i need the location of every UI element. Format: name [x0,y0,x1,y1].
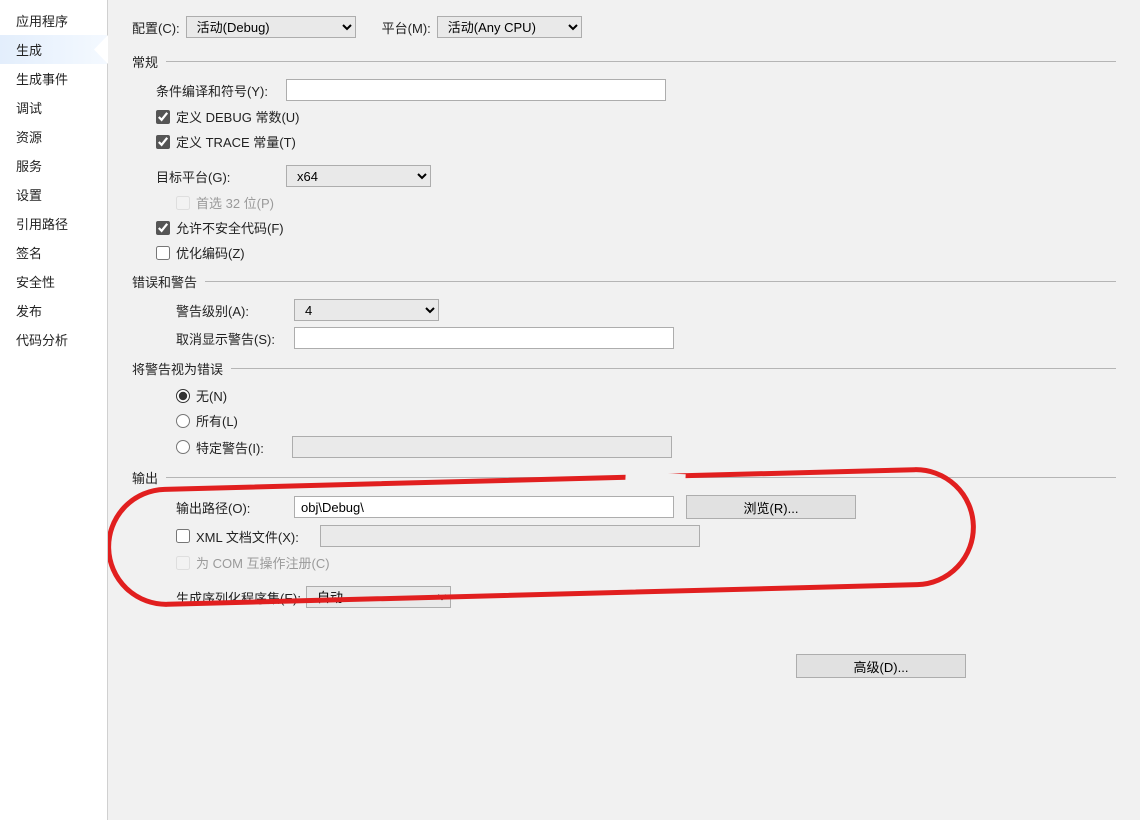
sidebar-item-debug[interactable]: 调试 [0,93,107,122]
treat-specific-radio[interactable] [176,440,190,454]
conditional-symbols-input[interactable] [286,79,666,101]
treat-none-label: 无(N) [196,386,227,405]
serialization-select[interactable]: 自动 [306,586,451,608]
define-debug-checkbox[interactable] [156,110,170,124]
sidebar-item-services[interactable]: 服务 [0,151,107,180]
platform-target-label: 目标平台(G): [156,167,286,186]
platform-select[interactable]: 活动(Any CPU) [437,16,582,38]
sidebar-item-label: 应用程序 [16,14,68,29]
com-register-checkbox [176,556,190,570]
sidebar-item-settings[interactable]: 设置 [0,180,107,209]
sidebar-item-application[interactable]: 应用程序 [0,6,107,35]
sidebar-item-label: 调试 [16,101,42,116]
sidebar-item-label: 引用路径 [16,217,68,232]
define-debug-label: 定义 DEBUG 常数(U) [176,107,300,126]
warning-level-select[interactable]: 4 [294,299,439,321]
content-pane: 配置(C): 活动(Debug) 平台(M): 活动(Any CPU) 常规 条… [108,0,1140,820]
sidebar-item-resources[interactable]: 资源 [0,122,107,151]
sidebar-item-reference-paths[interactable]: 引用路径 [0,209,107,238]
sidebar-item-build-events[interactable]: 生成事件 [0,64,107,93]
sidebar-item-label: 签名 [16,246,42,261]
output-path-input[interactable] [294,496,674,518]
optimize-checkbox[interactable] [156,246,170,260]
section-treat-as-error: 将警告视为错误 [132,359,1116,378]
treat-specific-input [292,436,672,458]
sidebar-item-signing[interactable]: 签名 [0,238,107,267]
allow-unsafe-label: 允许不安全代码(F) [176,218,284,237]
treat-all-radio[interactable] [176,414,190,428]
section-title: 将警告视为错误 [132,359,223,378]
configuration-select[interactable]: 活动(Debug) [186,16,356,38]
treat-all-label: 所有(L) [196,411,238,430]
advanced-button[interactable]: 高级(D)... [796,654,966,678]
browse-button[interactable]: 浏览(R)... [686,495,856,519]
xml-doc-checkbox[interactable] [176,529,190,543]
section-title: 输出 [132,468,158,487]
prefer-32bit-checkbox [176,196,190,210]
sidebar-item-code-analysis[interactable]: 代码分析 [0,325,107,354]
sidebar-item-label: 生成 [16,43,42,58]
sidebar-item-label: 服务 [16,159,42,174]
optimize-label: 优化编码(Z) [176,243,245,262]
sidebar-item-label: 资源 [16,130,42,145]
warning-level-label: 警告级别(A): [176,301,294,320]
sidebar-item-build[interactable]: 生成 [0,35,107,64]
define-trace-checkbox[interactable] [156,135,170,149]
section-general: 常规 [132,52,1116,71]
section-title: 错误和警告 [132,272,197,291]
output-path-label: 输出路径(O): [176,498,294,517]
suppress-warnings-label: 取消显示警告(S): [176,329,294,348]
suppress-warnings-input[interactable] [294,327,674,349]
xml-doc-input [320,525,700,547]
conditional-symbols-label: 条件编译和符号(Y): [156,81,286,100]
platform-target-select[interactable]: x64 [286,165,431,187]
sidebar-item-label: 发布 [16,304,42,319]
prefer-32bit-label: 首选 32 位(P) [196,193,274,212]
sidebar: 应用程序 生成 生成事件 调试 资源 服务 设置 引用路径 签名 安全性 发布 … [0,0,108,820]
com-register-label: 为 COM 互操作注册(C) [196,553,330,572]
sidebar-item-publish[interactable]: 发布 [0,296,107,325]
treat-specific-label: 特定警告(I): [196,438,286,457]
sidebar-item-label: 生成事件 [16,72,68,87]
define-trace-label: 定义 TRACE 常量(T) [176,132,296,151]
section-output: 输出 [132,468,1116,487]
allow-unsafe-checkbox[interactable] [156,221,170,235]
platform-label: 平台(M): [382,18,431,37]
sidebar-item-label: 设置 [16,188,42,203]
serialization-label: 生成序列化程序集(E): [176,588,306,607]
section-errors: 错误和警告 [132,272,1116,291]
sidebar-item-security[interactable]: 安全性 [0,267,107,296]
xml-doc-label: XML 文档文件(X): [196,527,314,546]
sidebar-item-label: 代码分析 [16,333,68,348]
treat-none-radio[interactable] [176,389,190,403]
sidebar-item-label: 安全性 [16,275,55,290]
configuration-label: 配置(C): [132,18,180,37]
section-title: 常规 [132,52,158,71]
